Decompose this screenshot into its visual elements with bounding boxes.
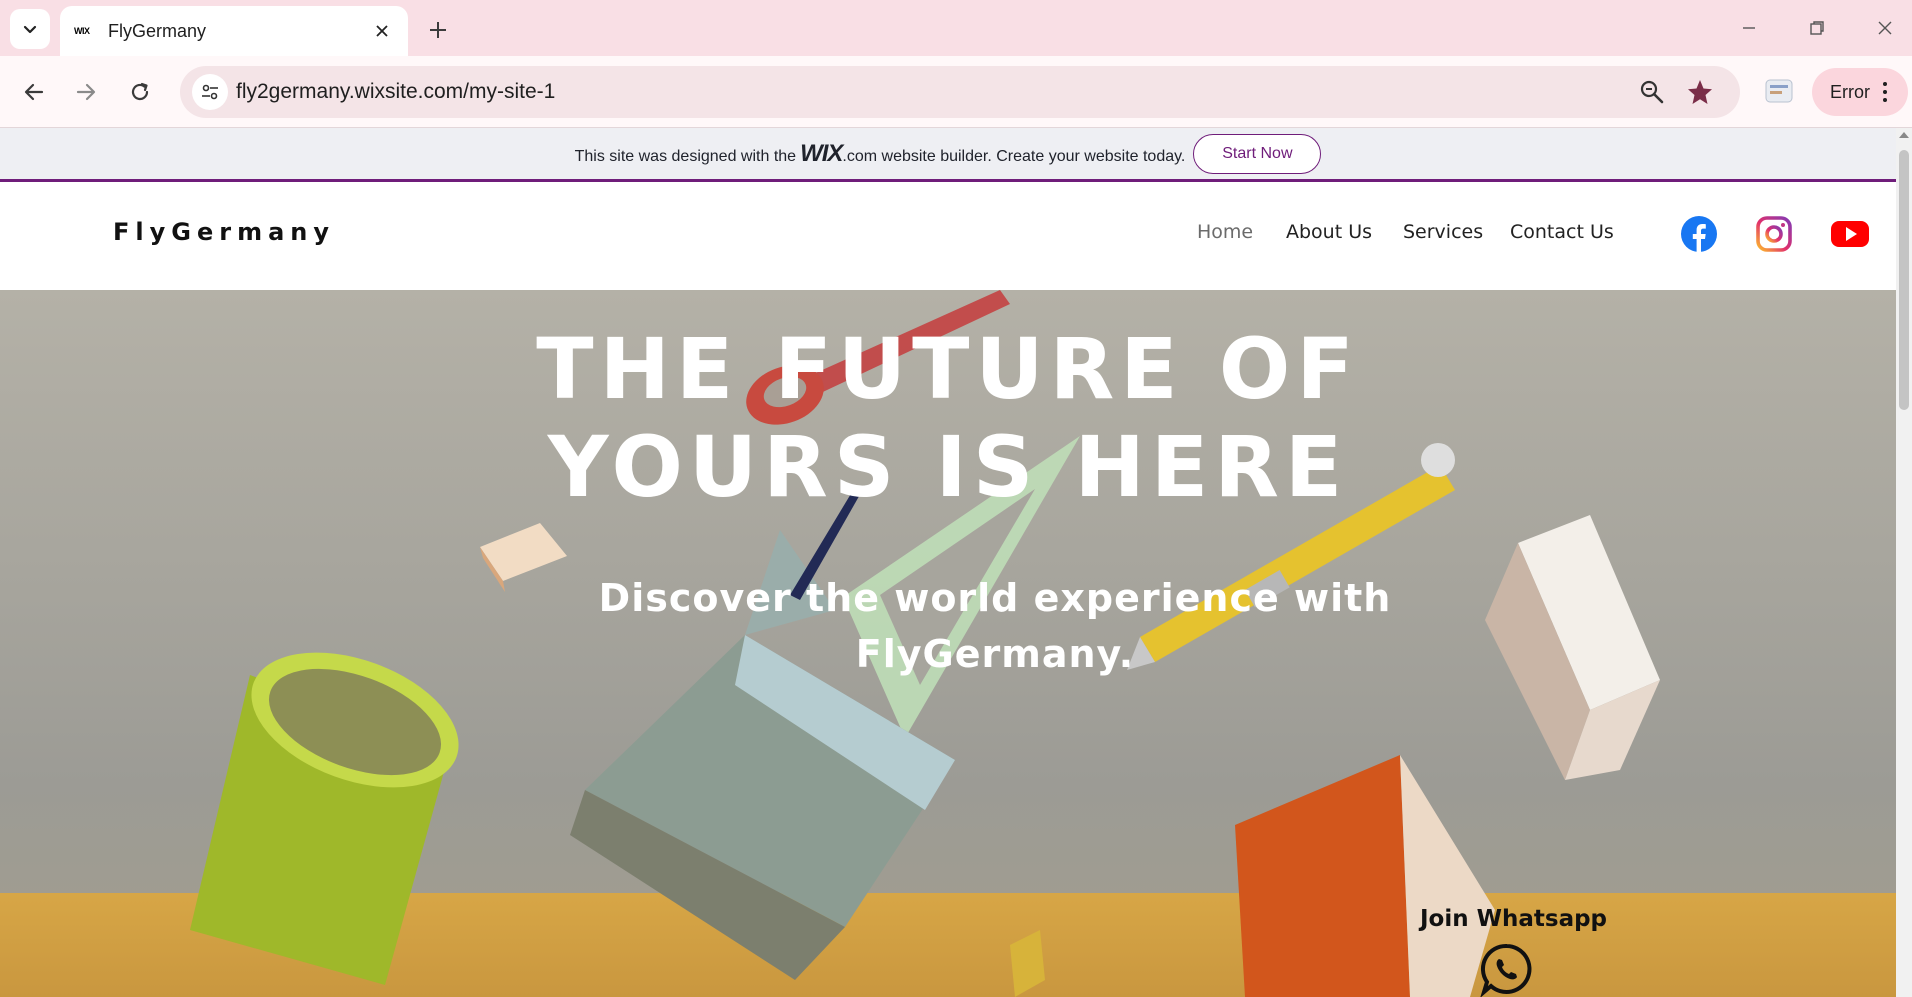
binder-clip-illustration (1010, 930, 1045, 997)
whatsapp-icon[interactable] (1478, 940, 1536, 997)
site-header: FlyGermany Home About Us Services Contac… (0, 185, 1896, 290)
tab-title: FlyGermany (108, 20, 207, 41)
bookmark-star-icon[interactable] (1684, 76, 1716, 108)
arrow-right-icon (76, 83, 96, 101)
waste-basket-illustration (190, 652, 459, 985)
zoom-icon[interactable] (1638, 78, 1666, 106)
page-viewport: This site was designed with the WIX .com … (0, 128, 1912, 997)
profile-label: Error (1830, 81, 1870, 102)
hero-title-line1: THE FUTURE OF (536, 320, 1360, 418)
forward-button[interactable] (66, 72, 106, 112)
back-button[interactable] (14, 72, 54, 112)
wix-logo: WIX (800, 139, 843, 167)
site-info-button[interactable] (192, 74, 228, 110)
wix-favicon-icon: WIX (74, 26, 90, 36)
youtube-icon[interactable] (1830, 215, 1870, 253)
profile-error-button[interactable]: Error (1812, 68, 1908, 116)
wix-text-before: This site was designed with the (574, 147, 797, 165)
scroll-thumb[interactable] (1899, 150, 1909, 410)
hero-subtitle-line2: FlyGermany. (855, 632, 1135, 676)
address-bar[interactable]: fly2germany.wixsite.com/my-site-1 (180, 66, 1740, 118)
reload-icon (131, 82, 149, 101)
tab-strip: WIX FlyGermany (0, 0, 1912, 56)
plus-icon (430, 22, 446, 38)
wix-promo-banner: This site was designed with the WIX .com … (0, 128, 1896, 182)
instagram-icon[interactable] (1755, 215, 1793, 253)
close-icon (1878, 21, 1892, 35)
extension-icon[interactable] (1762, 74, 1796, 108)
wix-text-after: .com website builder. Create your websit… (842, 147, 1186, 165)
chevron-down-icon (23, 25, 37, 34)
close-window-button[interactable] (1860, 10, 1910, 46)
active-tab[interactable]: WIX FlyGermany (60, 6, 408, 56)
restore-button[interactable] (1792, 10, 1842, 46)
reload-button[interactable] (120, 72, 160, 112)
facebook-icon[interactable] (1680, 215, 1718, 253)
minimize-icon (1743, 27, 1755, 29)
hero-subtitle-line1: Discover the world experience with (598, 576, 1392, 620)
nav-home[interactable]: Home (1197, 221, 1253, 243)
scroll-up-arrow-icon[interactable] (1899, 132, 1909, 138)
site-logo[interactable]: FlyGermany (113, 218, 335, 246)
new-tab-button[interactable] (420, 12, 456, 48)
tab-close-icon[interactable] (370, 19, 394, 43)
nav-contact-us[interactable]: Contact Us (1510, 221, 1614, 243)
more-menu-icon[interactable] (1882, 82, 1888, 102)
hero-title-line2: YOURS IS HERE (547, 418, 1349, 516)
start-now-button[interactable]: Start Now (1193, 133, 1322, 174)
nav-services[interactable]: Services (1403, 221, 1483, 243)
browser-toolbar: fly2germany.wixsite.com/my-site-1 Error (0, 56, 1912, 128)
page-scrollbar[interactable] (1896, 128, 1912, 997)
minimize-button[interactable] (1724, 10, 1774, 46)
restore-icon (1810, 21, 1824, 35)
tab-search-button[interactable] (10, 9, 50, 49)
hero-section: THE FUTURE OF YOURS IS HERE Discover the… (0, 290, 1896, 997)
wix-banner-text: This site was designed with the WIX .com … (575, 140, 1186, 168)
tune-icon (202, 84, 218, 100)
nav-about-us[interactable]: About Us (1286, 221, 1372, 243)
arrow-left-icon (24, 83, 44, 101)
join-whatsapp-label[interactable]: Join Whatsapp (1420, 906, 1607, 932)
url-text[interactable]: fly2germany.wixsite.com/my-site-1 (236, 80, 555, 104)
notebook-illustration (1235, 755, 1495, 997)
